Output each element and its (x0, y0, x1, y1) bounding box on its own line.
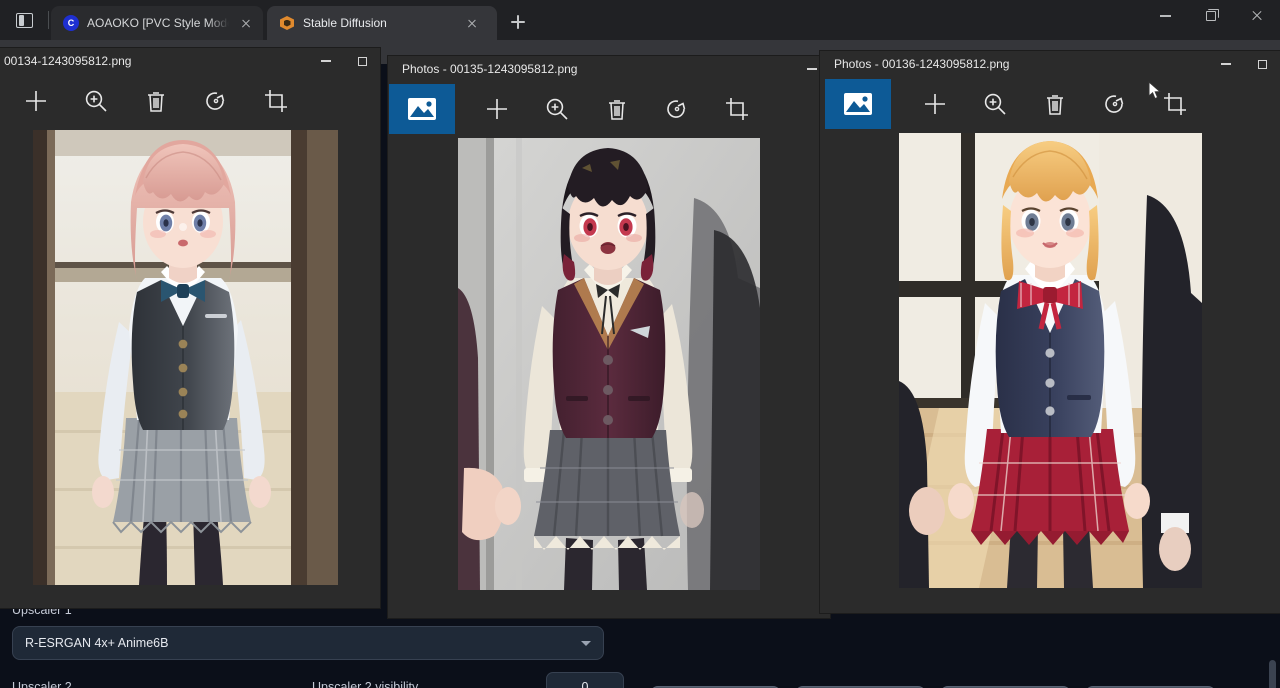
window-title: 00134-1243095812.png (4, 54, 131, 68)
window-title: Photos - 00136-1243095812.png (834, 57, 1009, 71)
browser-tab-stable-diffusion[interactable]: Stable Diffusion (267, 6, 497, 40)
upscaler-2-label: Upscaler 2 (12, 680, 312, 688)
photos-window-1[interactable]: 00134-1243095812.png (0, 48, 380, 608)
browser-minimize-button[interactable] (1142, 0, 1188, 32)
photos-window-2[interactable]: Photos - 00135-1243095812.png (388, 56, 830, 618)
tab-title: AOAOKO [PVC Style Model] - PV (87, 16, 229, 30)
image-canvas (820, 131, 1280, 613)
minimize-button[interactable] (1208, 51, 1244, 77)
browser-close-button[interactable] (1234, 0, 1280, 32)
browser-tab-aoaoko[interactable]: C AOAOKO [PVC Style Model] - PV (51, 6, 263, 40)
upscaler-2-visibility-label: Upscaler 2 visibility (312, 680, 546, 688)
maximize-button[interactable] (344, 48, 380, 74)
stable-diffusion-icon (279, 15, 295, 31)
upscaler-2-row: Upscaler 2 Upscaler 2 visibility 0 (12, 672, 624, 688)
maximize-button[interactable] (1244, 51, 1280, 77)
upscaler-2-visibility-input[interactable]: 0 (546, 672, 624, 688)
photos-window-3[interactable]: Photos - 00136-1243095812.png (820, 51, 1280, 613)
tab-list-icon (16, 13, 33, 28)
rotate-icon[interactable] (1085, 77, 1145, 131)
crop-icon[interactable] (707, 82, 767, 136)
tab-title: Stable Diffusion (303, 16, 455, 30)
image-canvas (388, 136, 830, 618)
rotate-icon[interactable] (647, 82, 707, 136)
window-title-bar[interactable]: Photos - 00135-1243095812.png (388, 56, 830, 82)
page-scrollbar[interactable] (1268, 660, 1278, 688)
window-controls (1208, 51, 1280, 77)
crop-icon[interactable] (246, 74, 306, 128)
zoom-icon[interactable] (527, 82, 587, 136)
delete-icon[interactable] (587, 82, 647, 136)
window-title-bar[interactable]: Photos - 00136-1243095812.png (820, 51, 1280, 77)
upscaler-1-dropdown[interactable]: R-ESRGAN 4x+ Anime6B (12, 626, 604, 660)
photo-image (458, 138, 760, 590)
crop-icon[interactable] (1145, 77, 1205, 131)
picture-icon[interactable] (389, 84, 455, 134)
zoom-icon[interactable] (965, 77, 1025, 131)
tab-close-icon[interactable] (237, 14, 255, 32)
add-icon[interactable] (467, 82, 527, 136)
browser-window-controls (1142, 0, 1280, 40)
photos-toolbar (0, 74, 380, 128)
add-icon[interactable] (905, 77, 965, 131)
photo-image (33, 130, 338, 585)
delete-icon[interactable] (1025, 77, 1085, 131)
photo-image (899, 133, 1202, 588)
new-tab-button[interactable] (503, 7, 533, 37)
image-canvas (0, 128, 380, 608)
minimize-button[interactable] (308, 48, 344, 74)
add-icon[interactable] (6, 74, 66, 128)
chevron-down-icon (581, 641, 591, 646)
mouse-cursor-icon (1148, 81, 1162, 106)
tab-search-button[interactable] (0, 0, 48, 40)
tab-strip: C AOAOKO [PVC Style Model] - PV Stable D… (0, 0, 1280, 40)
window-controls (308, 48, 380, 74)
photos-toolbar (388, 82, 830, 136)
tab-close-icon[interactable] (463, 14, 481, 32)
window-title-bar[interactable]: 00134-1243095812.png (0, 48, 380, 74)
tab-divider (48, 11, 49, 29)
upscaler-1-value: R-ESRGAN 4x+ Anime6B (25, 636, 168, 650)
delete-icon[interactable] (126, 74, 186, 128)
civitai-icon: C (63, 15, 79, 31)
rotate-icon[interactable] (186, 74, 246, 128)
browser-maximize-button[interactable] (1188, 0, 1234, 32)
picture-icon[interactable] (825, 79, 891, 129)
zoom-icon[interactable] (66, 74, 126, 128)
photos-toolbar (820, 77, 1280, 131)
window-title: Photos - 00135-1243095812.png (402, 62, 577, 76)
